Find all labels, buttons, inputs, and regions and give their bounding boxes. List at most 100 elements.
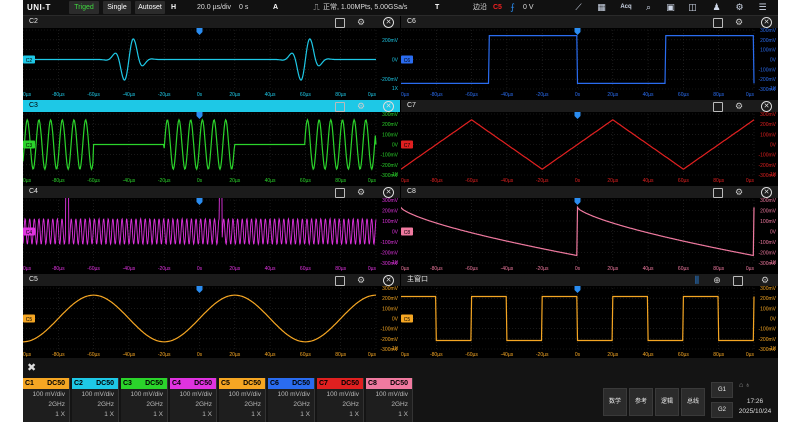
math-button[interactable]: 数学 xyxy=(603,388,627,416)
y-axis-ticks: 300mV200mV100mV0V-100mV-200mV-300mV1X xyxy=(758,198,776,267)
channel-offset-marker[interactable]: C4 xyxy=(23,227,35,237)
close-icon[interactable]: ✕ xyxy=(383,17,394,28)
y-tick-label: -200mV xyxy=(380,163,398,169)
bus-button[interactable]: 总线 xyxy=(681,388,705,416)
pulse-icon: ⎍ xyxy=(313,2,320,12)
horizontal-offset[interactable]: 0 s xyxy=(239,0,248,15)
save-icon[interactable]: ▣ xyxy=(665,2,676,13)
cross-tools-icon[interactable]: ✖ xyxy=(27,361,36,374)
x-tick-label: 40µs xyxy=(643,178,654,184)
select-checkbox[interactable] xyxy=(335,276,345,286)
x-tick-label: -40µs xyxy=(123,266,136,272)
channel-cell-c2[interactable]: C2 DC50 100 mV/div 2GHz 1 X xyxy=(72,378,119,422)
channel-cell-c3[interactable]: C3 DC50 100 mV/div 2GHz 1 X xyxy=(121,378,168,422)
waveform-c8: C8300mV200mV100mV0V-100mV-200mV-300mV1X0… xyxy=(401,198,777,272)
screenshot-icon[interactable]: ◫ xyxy=(687,2,698,13)
trigger-position-marker[interactable] xyxy=(574,198,581,205)
g2-button[interactable]: G2 xyxy=(711,402,733,418)
channel-coupling: DC50 xyxy=(194,380,212,387)
g1-button[interactable]: G1 xyxy=(711,382,733,398)
x-tick-label: 0µs xyxy=(23,266,32,272)
trigger-position-marker[interactable] xyxy=(196,28,203,35)
zoom-icon[interactable]: ⊕ xyxy=(711,274,723,286)
panel-settings-icon[interactable]: ⚙ xyxy=(733,100,745,112)
close-icon[interactable]: ✕ xyxy=(383,101,394,112)
logic-button[interactable]: 逻辑 xyxy=(655,388,679,416)
trigger-position-marker[interactable] xyxy=(196,112,203,119)
trigger-status-button[interactable]: Triged xyxy=(69,1,99,14)
channel-bandwidth: 2GHz xyxy=(146,401,163,408)
channel-cell-c5[interactable]: C5 DC50 100 mV/div 2GHz 1 X xyxy=(219,378,266,422)
channel-cell-c6[interactable]: C6 DC50 100 mV/div 2GHz 1 X xyxy=(268,378,315,422)
x-tick-label: -20µs xyxy=(158,178,171,184)
close-icon[interactable]: ✕ xyxy=(383,275,394,286)
menu-icon[interactable]: ☰ xyxy=(757,2,768,13)
close-icon[interactable]: ✕ xyxy=(761,17,772,28)
channel-cell-c1[interactable]: C1 DC50 100 mV/div 2GHz 1 X xyxy=(23,378,70,422)
autoset-button[interactable]: Autoset xyxy=(135,1,165,14)
panel-settings-icon[interactable]: ⚙ xyxy=(733,186,745,198)
trigger-level[interactable]: 0 V xyxy=(523,0,534,15)
panel-settings-icon[interactable]: ⚙ xyxy=(355,16,367,28)
trigger-position-marker[interactable] xyxy=(196,286,203,293)
panel-settings-icon[interactable]: ⚙ xyxy=(355,274,367,286)
x-tick-label: 0µs xyxy=(746,92,755,98)
y-tick-label: -100mV xyxy=(758,67,776,73)
trigger-position-marker[interactable] xyxy=(196,198,203,205)
select-checkbox[interactable] xyxy=(335,102,345,112)
panel-main-window: 主窗口 ⫼ ⊕ ⚙ C5 300mV 200mV 100mV 0V -100mV -200m… xyxy=(401,274,778,358)
channel-probe: 1 X xyxy=(398,411,408,418)
acquire-info[interactable]: 正常, 1.00MPts, 5.00GSa/s xyxy=(323,0,407,15)
channel-cell-c4[interactable]: C4 DC50 100 mV/div 2GHz 1 X xyxy=(170,378,217,422)
measure-icon[interactable]: ⟋ xyxy=(573,2,584,13)
channel-offset-marker[interactable]: C3 xyxy=(23,140,35,150)
select-checkbox[interactable] xyxy=(733,276,743,286)
trigger-source[interactable]: C5 xyxy=(493,0,502,15)
close-icon[interactable]: ✕ xyxy=(383,187,394,198)
channel-offset-marker[interactable]: C7 xyxy=(401,140,413,150)
panel-settings-icon[interactable]: ⚙ xyxy=(355,186,367,198)
trigger-position-marker[interactable] xyxy=(574,28,581,35)
select-checkbox[interactable] xyxy=(335,188,345,198)
select-checkbox[interactable] xyxy=(713,188,723,198)
panel-header: C7 ⚙ ✕ xyxy=(401,100,778,112)
ref-button[interactable]: 参考 xyxy=(629,388,653,416)
panel-settings-icon[interactable]: ⚙ xyxy=(733,16,745,28)
panel-c8: C8 ⚙ ✕ C8 300mV 200mV 100mV 0V -100mV -200mV -3… xyxy=(401,186,778,272)
split-view-icon[interactable]: ⫼ xyxy=(691,274,703,286)
trigger-position-marker[interactable] xyxy=(574,286,581,293)
lock-icon[interactable]: ⌂ ♁ xyxy=(739,382,750,389)
select-checkbox[interactable] xyxy=(713,18,723,28)
x-tick-label: -40µs xyxy=(123,178,136,184)
settings-icon[interactable]: ⚙ xyxy=(734,2,745,13)
channel-name: C2 xyxy=(74,380,83,387)
panel-settings-icon[interactable]: ⚙ xyxy=(759,274,771,286)
x-tick-label: 40µs xyxy=(265,178,276,184)
y-tick-label: 200mV xyxy=(382,38,399,44)
y-tick-label: -100mV xyxy=(380,153,398,159)
single-button[interactable]: Single xyxy=(103,1,131,14)
cursor-grid-icon[interactable]: ▦ xyxy=(596,2,607,13)
channel-offset-marker[interactable]: C2 xyxy=(23,55,35,65)
channel-offset-marker[interactable]: C5 xyxy=(23,314,35,324)
close-icon[interactable]: ✕ xyxy=(761,101,772,112)
timebase-value[interactable]: 20.0 µs/div xyxy=(197,0,231,15)
acq-icon[interactable]: Acq xyxy=(618,2,634,13)
trigger-position-marker[interactable] xyxy=(574,112,581,119)
panel-settings-icon[interactable]: ⚙ xyxy=(355,100,367,112)
channel-header: C8 DC50 xyxy=(366,378,412,389)
channel-offset-marker[interactable]: C8 xyxy=(401,227,413,237)
waveform-c4: C4300mV200mV100mV0V-100mV-200mV-300mV1X0… xyxy=(23,198,399,272)
clear-icon[interactable]: ♟ xyxy=(711,2,722,13)
channel-cell-c8[interactable]: C8 DC50 100 mV/div 2GHz 1 X xyxy=(366,378,413,422)
x-tick-label: -60µs xyxy=(87,266,100,272)
channel-cell-c7[interactable]: C7 DC50 100 mV/div 2GHz 1 X xyxy=(317,378,364,422)
select-checkbox[interactable] xyxy=(713,102,723,112)
search-icon[interactable]: ⌕ xyxy=(643,2,654,13)
channel-offset-marker[interactable]: C6 xyxy=(401,55,413,65)
close-icon[interactable]: ✕ xyxy=(761,187,772,198)
select-checkbox[interactable] xyxy=(335,18,345,28)
trigger-mode[interactable]: 边沿 xyxy=(473,0,487,15)
y-tick-label: 0V xyxy=(392,58,399,64)
channel-offset-marker[interactable]: C5 xyxy=(401,314,413,324)
